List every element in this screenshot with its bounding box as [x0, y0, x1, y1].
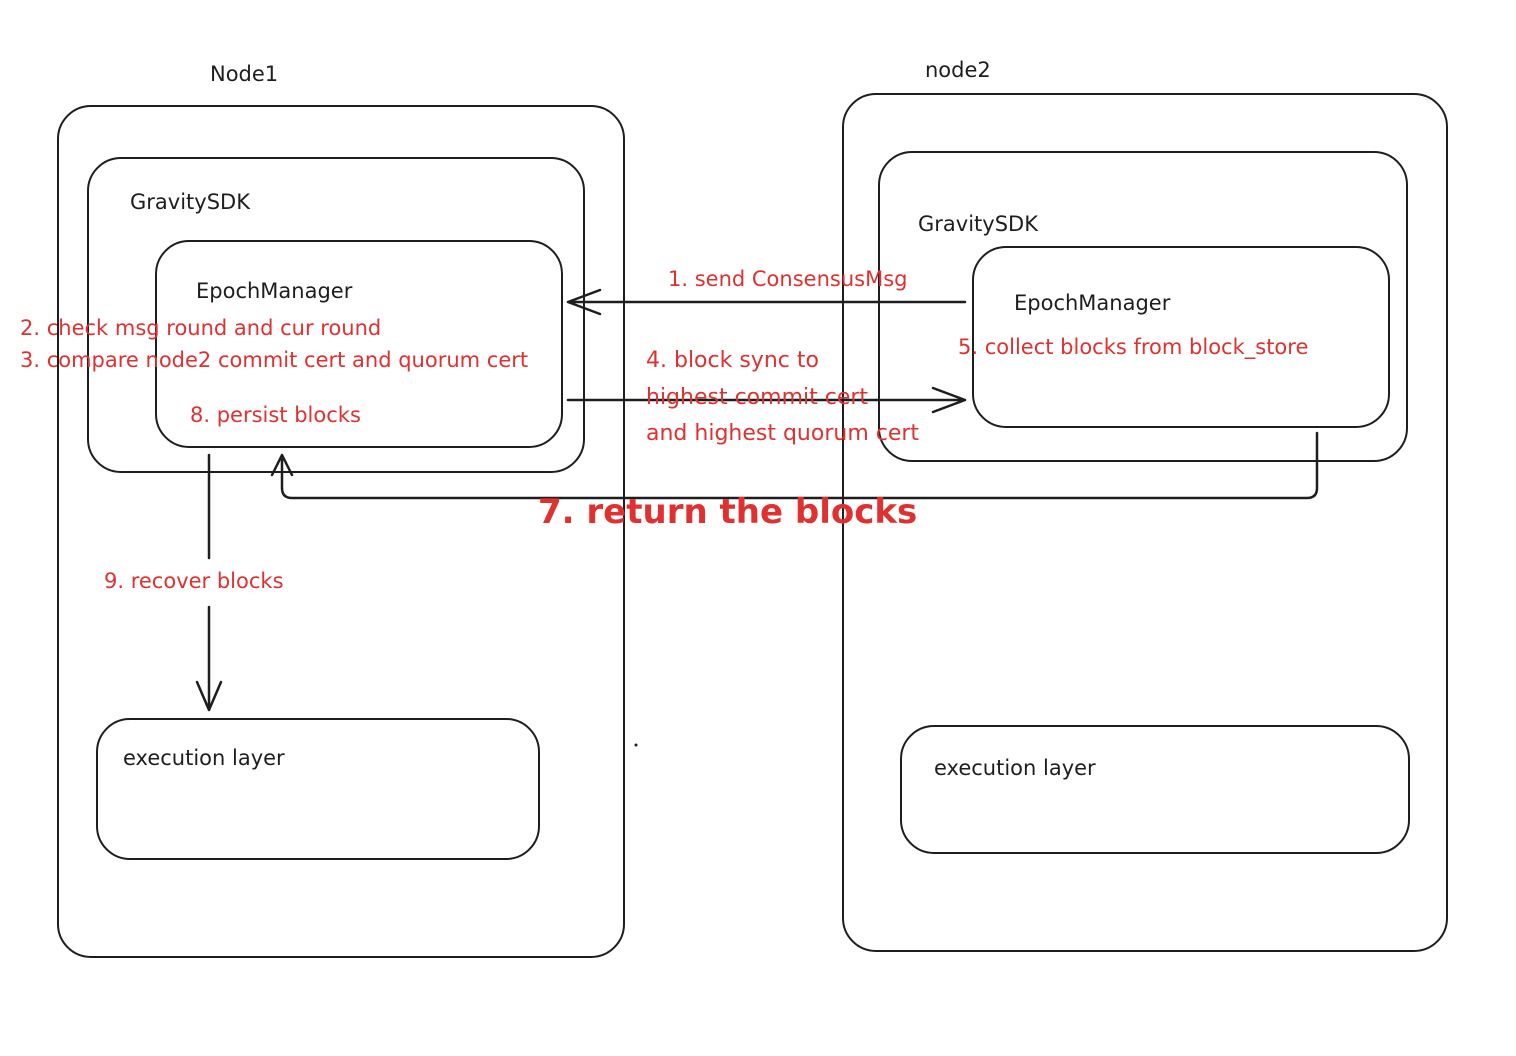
step-4-label-line1: 4. block sync to: [646, 348, 819, 373]
step-1-label: 1. send ConsensusMsg: [668, 267, 908, 291]
node1-gravitysdk-label: GravitySDK: [130, 190, 250, 214]
step-4-label-line3: and highest quorum cert: [646, 421, 920, 446]
arrow-send-consensus-msg: [566, 288, 967, 316]
node2-title: node2: [925, 58, 991, 82]
step-5-label: 5. collect blocks from block_store: [958, 335, 1309, 359]
node1-title: Node1: [210, 62, 279, 86]
node1-epochmanager-label: EpochManager: [196, 279, 353, 303]
step-2-label: 2. check msg round and cur round: [20, 316, 382, 340]
node2-gravitysdk-label: GravitySDK: [918, 212, 1038, 236]
step-9-label: 9. recover blocks: [104, 569, 284, 593]
step-4-label-line2: highest commit cert: [646, 385, 869, 410]
step-8-label: 8. persist blocks: [190, 403, 361, 427]
step-7-label: 7. return the blocks: [538, 492, 918, 532]
step-3-label: 3. compare node2 commit cert and quorum …: [20, 348, 529, 372]
node2-execution-layer-label: execution layer: [934, 756, 1096, 780]
node2-epochmanager-label: EpochManager: [1014, 291, 1171, 315]
stray-dot: [634, 743, 638, 747]
node1-execution-layer-label: execution layer: [123, 746, 285, 770]
